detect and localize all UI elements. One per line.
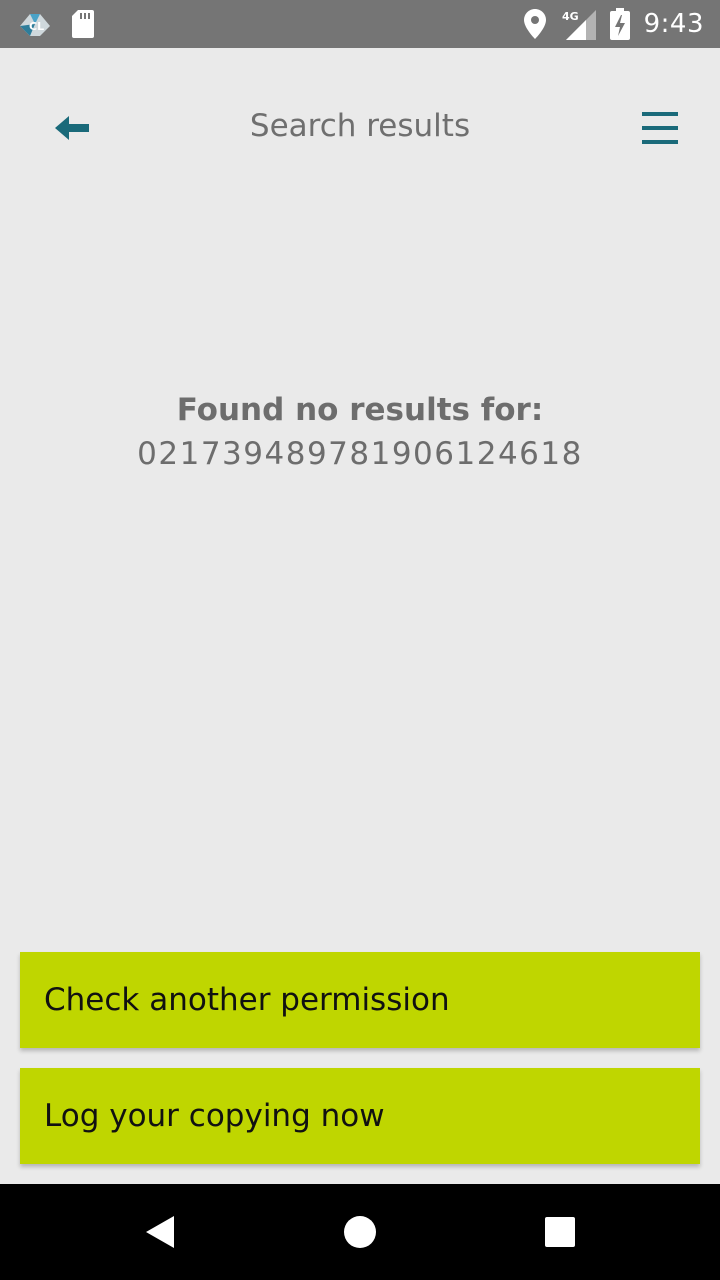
nav-home-icon bbox=[344, 1216, 376, 1248]
search-query: 02173948978190612461​8 bbox=[137, 436, 583, 472]
location-icon bbox=[523, 9, 546, 39]
check-another-permission-button[interactable]: Check another permission bbox=[20, 952, 700, 1048]
back-button[interactable] bbox=[44, 104, 100, 152]
status-bar: CL 4G 9:43 bbox=[0, 0, 720, 48]
log-copying-button[interactable]: Log your copying now bbox=[20, 1068, 700, 1164]
battery-charging-icon bbox=[609, 8, 630, 40]
nav-back-icon bbox=[146, 1216, 174, 1248]
nav-home-button[interactable] bbox=[336, 1208, 384, 1256]
no-results-heading: Found no results for: bbox=[176, 392, 544, 428]
sd-card-icon bbox=[72, 10, 94, 38]
status-time: 9:43 bbox=[643, 9, 704, 39]
nav-recents-button[interactable] bbox=[536, 1208, 584, 1256]
signal-icon: 4G bbox=[562, 10, 596, 40]
hamburger-menu-icon bbox=[642, 112, 678, 144]
network-type-label: 4G bbox=[562, 10, 579, 23]
search-results-screen: CL 4G 9:43 Search results Found no resul… bbox=[0, 0, 720, 1280]
svg-text:CL: CL bbox=[29, 20, 44, 33]
nav-recents-icon bbox=[545, 1217, 575, 1247]
nav-back-button[interactable] bbox=[136, 1208, 184, 1256]
app-header: Search results bbox=[0, 48, 720, 208]
back-arrow-icon bbox=[55, 116, 89, 140]
app-logo-icon: CL bbox=[20, 14, 50, 36]
system-nav-bar bbox=[0, 1184, 720, 1280]
menu-button[interactable] bbox=[632, 104, 688, 152]
no-results-message: Found no results for: 021739489781906124… bbox=[0, 388, 720, 476]
page-title: Search results bbox=[249, 108, 471, 144]
